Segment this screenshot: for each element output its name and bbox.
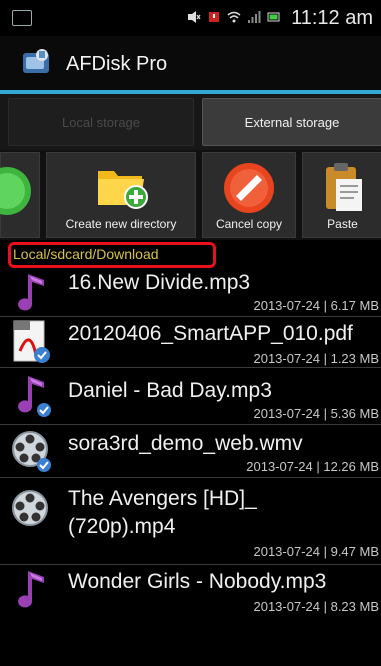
file-name-line2: (720p).mp4: [68, 515, 176, 538]
app-logo-icon: [23, 49, 49, 73]
file-row[interactable]: 20120406_SmartAPP_010.pdf 2013-07-24 | 1…: [0, 317, 381, 368]
cancel-copy-button[interactable]: Cancel copy: [202, 152, 296, 238]
app-title: AFDisk Pro: [66, 53, 168, 75]
partial-action-button[interactable]: [0, 152, 40, 238]
music-note-icon: [18, 376, 51, 417]
file-row[interactable]: 16.New Divide.mp3 2013-07-24 | 6.17 MB: [0, 268, 381, 317]
clock: 11:12 am: [291, 7, 373, 29]
paste-button[interactable]: Paste: [302, 152, 381, 238]
file-row[interactable]: sora3rd_demo_web.wmv 2013-07-24 | 12.26 …: [0, 425, 381, 478]
battery-icon: [267, 12, 280, 22]
file-meta: 2013-07-24 | 5.36 MB: [253, 406, 379, 421]
file-row[interactable]: The Avengers [HD]_ (720p).mp4 2013-07-24…: [0, 478, 381, 565]
film-reel-icon: [12, 490, 48, 526]
tab-external-storage[interactable]: External storage: [202, 98, 381, 146]
music-note-icon: [18, 571, 44, 608]
alert-icon: [209, 12, 219, 22]
status-bar: 11:12 am: [0, 0, 381, 36]
file-meta: 2013-07-24 | 1.23 MB: [253, 351, 379, 366]
file-name: 20120406_SmartAPP_010.pdf: [68, 322, 353, 345]
signal-icon: [248, 11, 261, 23]
clipboard-icon: [325, 163, 362, 211]
file-meta: 2013-07-24 | 8.23 MB: [253, 599, 379, 614]
file-name: sora3rd_demo_web.wmv: [68, 432, 303, 455]
paste-label: Paste: [327, 217, 358, 231]
mute-icon: [188, 11, 201, 23]
file-row[interactable]: Wonder Girls - Nobody.mp3 2013-07-24 | 8…: [0, 565, 381, 625]
file-meta: 2013-07-24 | 9.47 MB: [253, 544, 379, 559]
file-name-line1: The Avengers [HD]_: [68, 487, 257, 510]
new-folder-icon: [98, 171, 148, 209]
wifi-icon: [227, 11, 241, 23]
pdf-icon: [13, 320, 50, 363]
file-meta: 2013-07-24 | 12.26 MB: [246, 459, 379, 474]
cancel-icon: [224, 163, 274, 213]
green-circle-icon: [0, 167, 31, 215]
file-meta: 2013-07-24 | 6.17 MB: [253, 298, 379, 313]
status-icons: [187, 10, 281, 24]
gallery-icon: [12, 10, 32, 26]
cancel-copy-label: Cancel copy: [215, 217, 283, 231]
tab-local-storage[interactable]: Local storage: [8, 98, 194, 146]
file-row[interactable]: Daniel - Bad Day.mp3 2013-07-24 | 5.36 M…: [0, 368, 381, 425]
film-reel-icon: [12, 431, 51, 472]
music-note-icon: [18, 274, 44, 311]
create-directory-label: Create new directory: [65, 217, 177, 231]
file-name: Daniel - Bad Day.mp3: [68, 379, 272, 402]
action-bar: [0, 36, 381, 94]
file-name: 16.New Divide.mp3: [68, 271, 251, 294]
file-name: Wonder Girls - Nobody.mp3: [68, 570, 327, 593]
current-path: Local/sdcard/Download: [13, 246, 159, 262]
create-directory-button[interactable]: Create new directory: [46, 152, 196, 238]
